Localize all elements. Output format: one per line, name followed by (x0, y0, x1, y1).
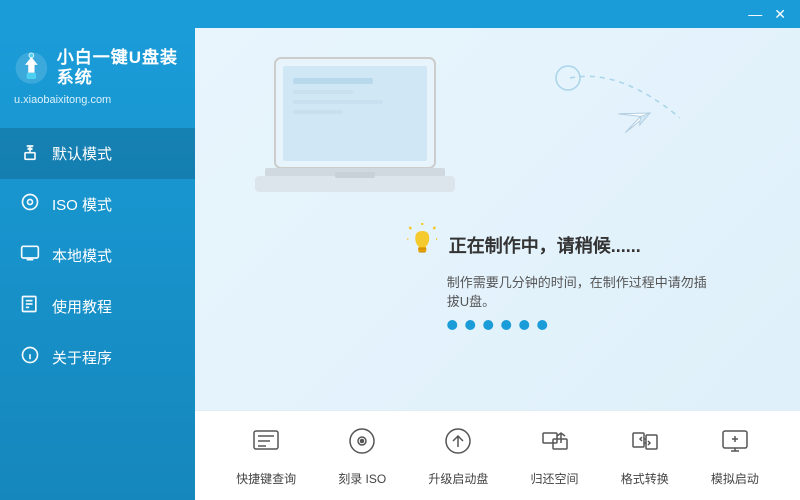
sidebar-item-about[interactable]: 关于程序 (0, 332, 195, 383)
dot-1 (447, 320, 457, 330)
format-icon (629, 425, 661, 464)
tool-label-upgrade-boot: 升级启动盘 (428, 470, 488, 487)
tool-restore-space[interactable]: 归还空间 (521, 419, 589, 493)
tool-burn-iso[interactable]: 刻录 ISO (328, 419, 396, 493)
sidebar-header: 小白一键U盘装系统 u.xiaobaixitong.com (0, 28, 195, 120)
tool-simulate-boot[interactable]: 模拟启动 (701, 419, 769, 493)
status-row: 正在制作中，请稍候...... (407, 223, 641, 266)
close-button[interactable]: ✕ (768, 4, 792, 24)
content-area: 正在制作中，请稍候...... 制作需要几分钟的时间，在制作过程中请勿插拔U盘。 (195, 28, 800, 500)
upgrade-icon (442, 425, 474, 464)
laptop-illustration (255, 48, 475, 233)
dot-2 (465, 320, 475, 330)
tool-label-burn-iso: 刻录 ISO (338, 470, 386, 487)
sidebar-label-iso-mode: ISO 模式 (52, 194, 112, 215)
lightbulb-icon (407, 223, 437, 266)
tool-label-simulate-boot: 模拟启动 (711, 470, 759, 487)
logo-row: 小白一键U盘装系统 (14, 46, 181, 90)
dot-4 (501, 320, 511, 330)
info-icon (20, 345, 40, 370)
sidebar-item-iso-mode[interactable]: ISO 模式 (0, 179, 195, 230)
dot-6 (537, 320, 547, 330)
sidebar-item-default-mode[interactable]: 默认模式 (0, 128, 195, 179)
app-title: 小白一键U盘装系统 (57, 48, 181, 89)
paper-plane-illustration (540, 58, 720, 203)
simulate-icon (719, 425, 751, 464)
sidebar: 小白一键U盘装系统 u.xiaobaixitong.com 默认模式 (0, 28, 195, 500)
disc-icon (20, 192, 40, 217)
nav-items: 默认模式 ISO 模式 (0, 128, 195, 500)
tool-shortcut-query[interactable]: 快捷键查询 (226, 419, 306, 493)
app-body: 小白一键U盘装系统 u.xiaobaixitong.com 默认模式 (0, 28, 800, 500)
illustration-area: 正在制作中，请稍候...... 制作需要几分钟的时间，在制作过程中请勿插拔U盘。 (195, 28, 800, 410)
title-bar: — ✕ (0, 0, 800, 28)
monitor-icon-nav (20, 243, 40, 268)
sidebar-label-tutorial: 使用教程 (52, 296, 112, 317)
progress-dots (447, 320, 547, 330)
dot-3 (483, 320, 493, 330)
sidebar-item-local-mode[interactable]: 本地模式 (0, 230, 195, 281)
status-sub-text: 制作需要几分钟的时间，在制作过程中请勿插拔U盘。 (447, 272, 710, 310)
usb-icon (20, 141, 40, 166)
book-icon (20, 294, 40, 319)
tool-label-format-convert: 格式转换 (621, 470, 669, 487)
status-area: 正在制作中，请稍候...... 制作需要几分钟的时间，在制作过程中请勿插拔U盘。 (407, 223, 710, 330)
shortcut-icon (250, 425, 282, 464)
toolbar: 快捷键查询 刻录 ISO (195, 410, 800, 500)
sidebar-item-tutorial[interactable]: 使用教程 (0, 281, 195, 332)
app-url: u.xiaobaixitong.com (14, 94, 111, 106)
minimize-button[interactable]: — (742, 4, 768, 24)
sidebar-label-default-mode: 默认模式 (52, 143, 112, 164)
dot-5 (519, 320, 529, 330)
status-main-text: 正在制作中，请稍候...... (449, 232, 641, 258)
app-logo (14, 46, 49, 90)
sidebar-label-about: 关于程序 (52, 347, 112, 368)
tool-upgrade-boot[interactable]: 升级启动盘 (418, 419, 498, 493)
tool-format-convert[interactable]: 格式转换 (611, 419, 679, 493)
restore-icon (539, 425, 571, 464)
sidebar-label-local-mode: 本地模式 (52, 245, 112, 266)
tool-label-restore-space: 归还空间 (531, 470, 579, 487)
disc-burn-icon (346, 425, 378, 464)
tool-label-shortcut: 快捷键查询 (236, 470, 296, 487)
